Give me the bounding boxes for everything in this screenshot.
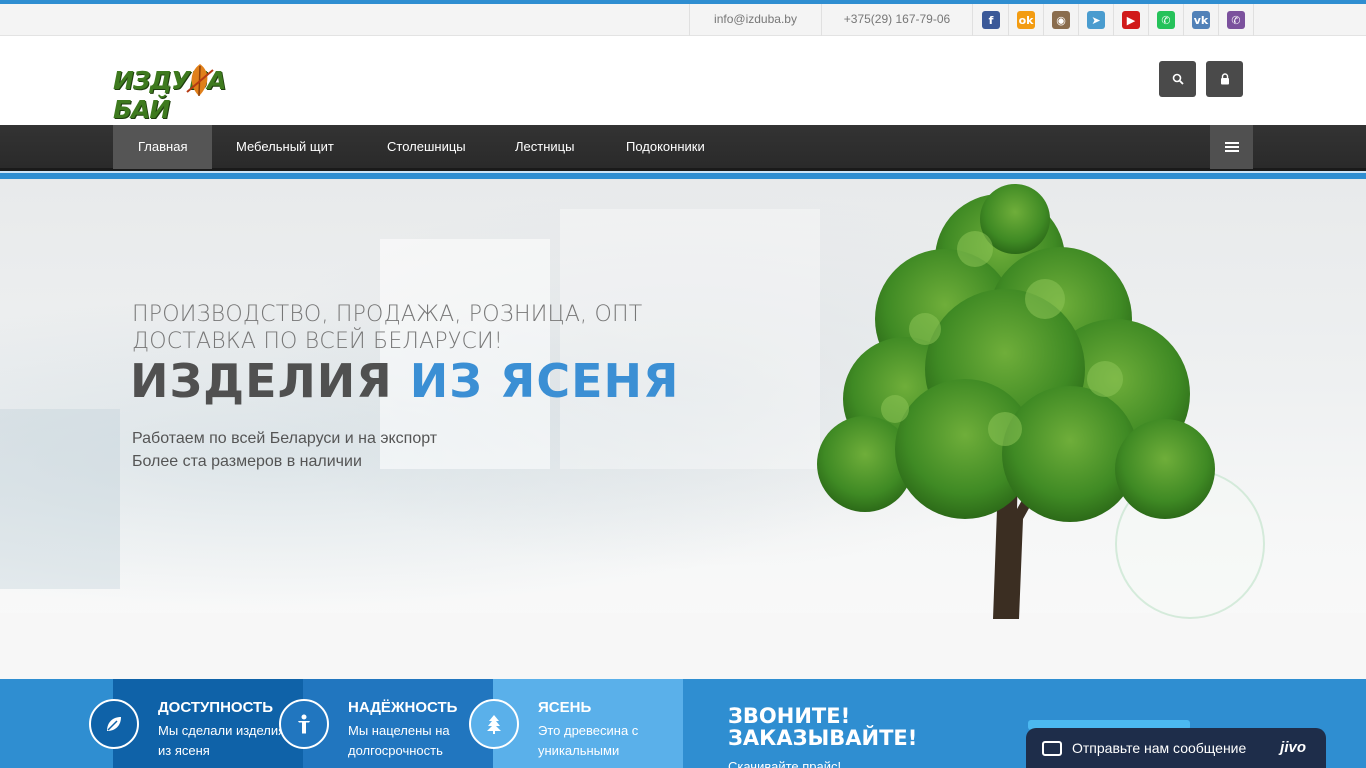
menu-toggle-button[interactable] xyxy=(1210,125,1253,169)
logo-text: ИЗДУБА БАЙ xyxy=(113,66,227,124)
chat-label: Отправьте нам сообщение xyxy=(1072,740,1247,756)
main-navigation: Главная Мебельный щит Столешницы Лестницы По… xyxy=(0,125,1366,171)
tree-icon xyxy=(469,699,519,749)
feature-title: ЯСЕНЬ xyxy=(538,699,592,716)
feature-title: НАДЁЖНОСТЬ xyxy=(348,699,458,716)
nav-item[interactable]: Подоконники xyxy=(601,125,730,169)
vk-icon: vk xyxy=(1192,11,1210,29)
email-link[interactable]: info@izduba.by xyxy=(689,4,821,36)
hero-subtitle-line1: ПРОИЗВОДСТВО, ПРОДАЖА, РОЗНИЦА, ОПТ xyxy=(132,302,643,327)
feature-text: Это древесина с уникальными xyxy=(538,723,639,758)
login-button[interactable] xyxy=(1206,61,1243,97)
telegram-link[interactable]: ➤ xyxy=(1079,4,1114,36)
feature-text: Мы нацелены на долгосрочность xyxy=(348,723,450,758)
odnoklassniki-link[interactable]: ok xyxy=(1009,4,1044,36)
chat-widget[interactable]: Отправьте нам сообщение jivo xyxy=(1026,728,1326,768)
whatsapp-link[interactable]: ✆ xyxy=(1149,4,1184,36)
odnoklassniki-icon: ok xyxy=(1017,11,1035,29)
feature-text: Мы сделали изделия из ясеня xyxy=(158,723,286,758)
envelope-icon xyxy=(1042,740,1062,756)
facebook-link[interactable]: f xyxy=(974,4,1009,36)
download-price-link[interactable]: Скачивайте прайс! xyxy=(728,759,841,768)
site-logo[interactable]: ИЗДУБА БАЙ xyxy=(113,62,248,124)
hero-text-line1: Работаем по всей Беларуси и на экспорт xyxy=(132,430,438,447)
nav-item[interactable]: Главная xyxy=(113,125,213,169)
hero-bg-shape xyxy=(0,409,120,589)
ash-tree-image xyxy=(817,184,1215,619)
feature-reliability: НАДЁЖНОСТЬ Мы нацелены на долгосрочность xyxy=(279,679,493,768)
hero-bg-shape xyxy=(560,209,820,469)
call-line1: ЗВОНИТЕ! xyxy=(728,704,851,728)
hero-title: ИЗДЕЛИЯ ИЗ ЯСЕНЯ xyxy=(130,354,679,408)
viber-link[interactable]: ✆ xyxy=(1219,4,1254,36)
feature-title: ДОСТУПНОСТЬ xyxy=(158,699,273,716)
leaf-icon xyxy=(89,699,139,749)
site-header: ИЗДУБА БАЙ xyxy=(0,36,1366,125)
youtube-link[interactable]: ▶ xyxy=(1114,4,1149,36)
lock-icon xyxy=(1220,73,1229,85)
feature-availability: ДОСТУПНОСТЬ Мы сделали изделия из ясеня xyxy=(89,679,303,768)
hero-banner: ПРОИЗВОДСТВО, ПРОДАЖА, РОЗНИЦА, ОПТ ДОСТ… xyxy=(0,179,1366,679)
leaf-icon xyxy=(186,64,214,97)
phone-link[interactable]: +375(29) 167-79-06 xyxy=(821,4,973,36)
search-button[interactable] xyxy=(1159,61,1196,97)
facebook-icon: f xyxy=(982,11,1000,29)
vk-link[interactable]: vk xyxy=(1184,4,1219,36)
viber-icon: ✆ xyxy=(1227,11,1245,29)
search-icon xyxy=(1172,73,1184,85)
nav-item[interactable]: Столешницы xyxy=(362,125,491,169)
hero-title-accent: ИЗ ЯСЕНЯ xyxy=(409,354,680,408)
hero-text-line2: Более ста размеров в наличии xyxy=(132,453,362,470)
hamburger-icon xyxy=(1224,142,1239,152)
nav-accent-line xyxy=(0,171,1366,179)
call-line2: ЗАКАЗЫВАЙТЕ! xyxy=(728,726,918,750)
youtube-icon: ▶ xyxy=(1122,11,1140,29)
call-to-action: ЗВОНИТЕ! ЗАКАЗЫВАЙТЕ! xyxy=(728,705,917,749)
hero-title-main: ИЗДЕЛИЯ xyxy=(130,354,410,408)
feature-ash: ЯСЕНЬ Это древесина с уникальными xyxy=(469,679,683,768)
hero-floor xyxy=(0,613,1366,679)
person-icon xyxy=(279,699,329,749)
telegram-icon: ➤ xyxy=(1087,11,1105,29)
top-info-bar: info@izduba.by +375(29) 167-79-06 f ok ◉ ➤ ▶… xyxy=(0,4,1366,36)
nav-item[interactable]: Лестницы xyxy=(490,125,599,169)
whatsapp-icon: ✆ xyxy=(1157,11,1175,29)
hero-subtitle-line2: ДОСТАВКА ПО ВСЕЙ БЕЛАРУСИ! xyxy=(132,329,503,354)
nav-item[interactable]: Мебельный щит xyxy=(211,125,359,169)
instagram-link[interactable]: ◉ xyxy=(1044,4,1079,36)
jivo-logo: jivo xyxy=(1280,739,1306,756)
instagram-icon: ◉ xyxy=(1052,11,1070,29)
